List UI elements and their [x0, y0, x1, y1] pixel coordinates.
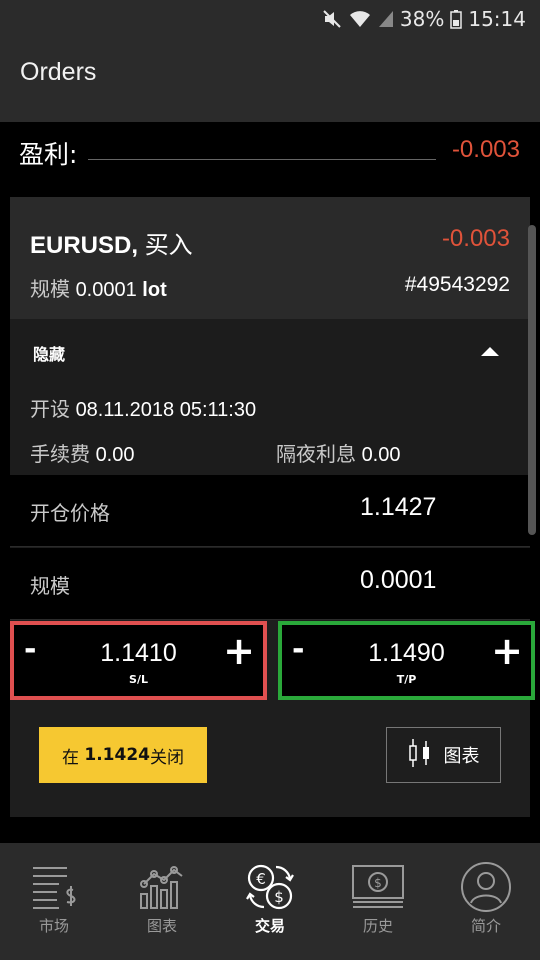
chevron-up-icon[interactable] — [481, 347, 499, 356]
open-price-value: 1.1427 — [360, 493, 437, 521]
nav-item-profile[interactable]: 简介 — [432, 843, 540, 960]
take-profit-increase-button[interactable]: + — [491, 632, 523, 670]
battery-percent: 38% — [399, 7, 445, 31]
nav-label-history: 历史 — [362, 917, 393, 935]
commission-value: 0.00 — [95, 444, 135, 466]
chart-icon — [108, 859, 216, 915]
open-time-row: 开设 08.11.2018 05:11:30 — [30, 393, 256, 422]
order-ticket: #49543292 — [404, 273, 510, 296]
symbol-name: EURUSD, — [30, 232, 139, 259]
signal-icon — [378, 10, 394, 28]
chart-button[interactable]: 图表 — [386, 727, 501, 783]
history-banknote-icon: $ — [324, 859, 432, 915]
nav-label-profile: 简介 — [470, 917, 501, 935]
profit-label: 盈利: — [19, 140, 78, 169]
order-side: 买入 — [144, 232, 193, 259]
svg-text:$: $ — [374, 876, 382, 890]
svg-text:$: $ — [274, 888, 284, 906]
stop-loss-caption: S/L — [129, 673, 148, 686]
chart-button-label: 图表 — [443, 746, 480, 767]
volume-value: 0.0001 — [360, 566, 437, 594]
profit-divider — [88, 159, 436, 160]
profile-icon — [432, 859, 540, 915]
order-size-unit: lot — [142, 279, 167, 301]
close-price: 1.1424 — [84, 745, 150, 765]
wifi-icon — [348, 9, 372, 29]
nav-item-history[interactable]: $ 历史 — [324, 843, 432, 960]
nav-item-trade[interactable]: € $ 交易 — [216, 843, 324, 960]
order-size-value: 0.0001 — [75, 279, 137, 301]
mute-icon — [322, 9, 342, 29]
order-card: EURUSD, 买入 -0.003 规模 0.0001 lot #4954329… — [10, 197, 535, 817]
open-time-value: 08.11.2018 05:11:30 — [75, 399, 257, 421]
nav-item-market[interactable]: 市场 — [0, 843, 108, 960]
close-position-button[interactable]: 在 1.1424 关闭 — [39, 727, 207, 783]
order-size-label: 规模 — [30, 279, 70, 301]
nav-label-market: 市场 — [38, 917, 69, 935]
swap-label: 隔夜利息 — [276, 444, 356, 466]
status-bar: 38% 15:14 — [0, 0, 540, 38]
swap-row: 隔夜利息 0.00 — [276, 438, 401, 467]
hide-details-toggle[interactable]: 隐藏 — [33, 341, 65, 365]
status-icons: 38% 15:14 — [322, 6, 526, 32]
order-symbol: EURUSD, 买入 — [30, 225, 193, 260]
commission-row: 手续费 0.00 — [30, 438, 135, 467]
commission-label: 手续费 — [30, 444, 90, 466]
trade-exchange-icon: € $ — [216, 859, 324, 915]
open-price-row: 开仓价格 1.1427 — [10, 475, 530, 547]
nav-item-chart[interactable]: 图表 — [108, 843, 216, 960]
order-header[interactable]: EURUSD, 买入 -0.003 规模 0.0001 lot #4954329… — [10, 197, 530, 319]
order-profit: -0.003 — [441, 225, 510, 252]
clock-time: 15:14 — [468, 7, 526, 31]
order-size: 规模 0.0001 lot — [30, 273, 167, 302]
svg-text:€: € — [256, 870, 266, 888]
market-list-icon — [0, 859, 108, 915]
close-suffix: 关闭 — [150, 747, 184, 768]
order-details: 隐藏 开设 08.11.2018 05:11:30 手续费 0.00 隔夜利息 … — [10, 319, 530, 475]
profit-value: -0.003 — [451, 136, 520, 163]
scrollbar[interactable] — [528, 225, 536, 535]
page-title: Orders — [20, 58, 97, 86]
profit-summary: 盈利: -0.003 — [0, 122, 540, 194]
take-profit-stepper: - 1.1490 T/P + — [278, 621, 535, 700]
open-price-label: 开仓价格 — [30, 501, 110, 525]
close-prefix: 在 — [61, 747, 79, 768]
stop-loss-stepper: - 1.1410 S/L + — [10, 621, 267, 700]
volume-label: 规模 — [30, 574, 70, 598]
app-bar: Orders — [0, 38, 540, 122]
battery-icon — [450, 9, 463, 29]
volume-row: 规模 0.0001 — [10, 548, 530, 620]
stop-loss-increase-button[interactable]: + — [223, 632, 255, 670]
bottom-nav: 市场 图表 € $ 交易 $ 历史 简介 — [0, 843, 540, 960]
open-time-label: 开设 — [30, 399, 70, 421]
candlestick-icon — [408, 737, 432, 774]
swap-value: 0.00 — [361, 444, 401, 466]
nav-label-chart: 图表 — [146, 917, 177, 935]
take-profit-caption: T/P — [396, 673, 417, 686]
nav-label-trade: 交易 — [254, 917, 285, 935]
